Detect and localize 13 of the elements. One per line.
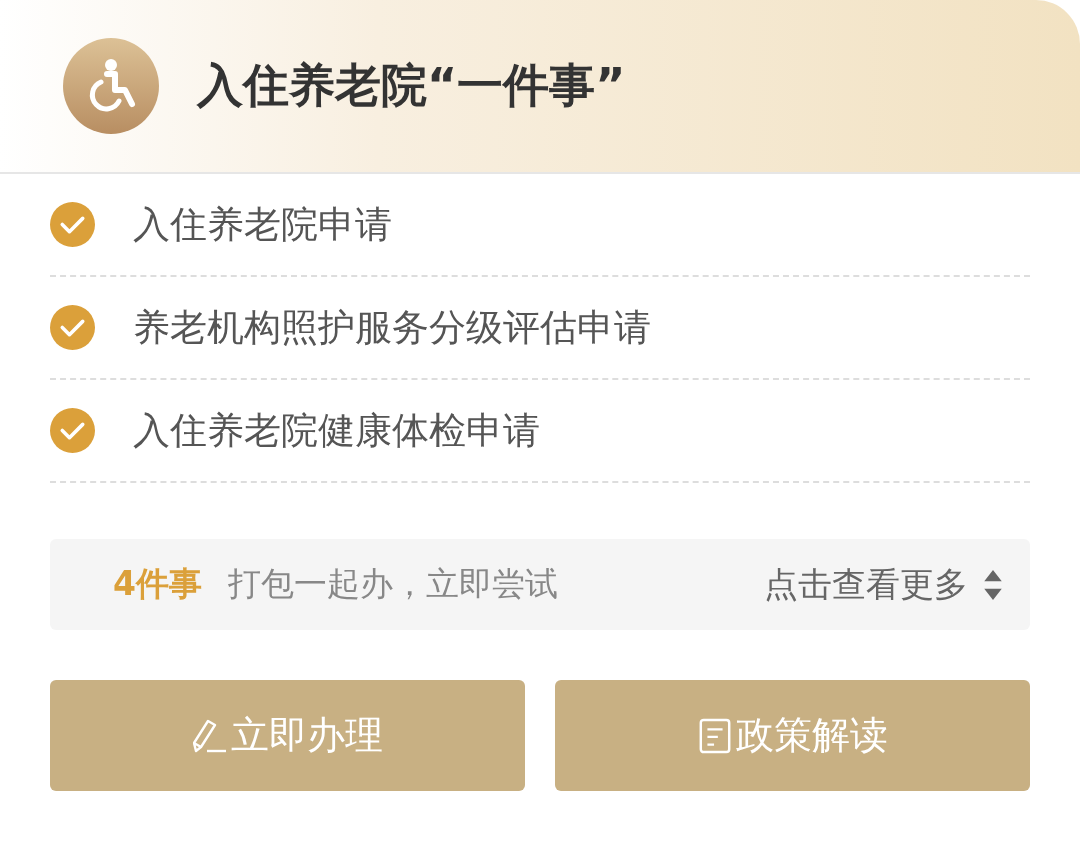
count-label: 4件事 [113,563,202,605]
item-label: 养老机构照护服务分级评估申请 [133,304,651,351]
pencil-icon [192,717,227,754]
sort-icon [984,569,1002,600]
policy-button[interactable]: 政策解读 [555,680,1030,791]
document-icon [697,717,732,754]
summary-text: 打包一起办，立即尝试 [227,563,558,605]
more-link[interactable]: 点击查看更多 [764,561,1002,608]
card-title: 入住养老院“一件事” [197,57,626,114]
wheelchair-icon [63,38,159,134]
item-label: 入住养老院健康体检申请 [133,407,540,454]
item-label: 入住养老院申请 [133,201,392,248]
apply-button[interactable]: 立即办理 [50,680,525,791]
